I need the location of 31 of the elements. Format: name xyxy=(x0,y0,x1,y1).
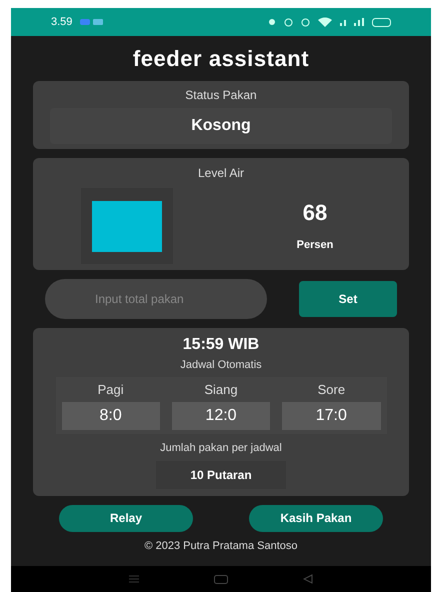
battery-icon xyxy=(372,18,391,26)
wifi-icon xyxy=(318,17,332,27)
level-unit: Persen xyxy=(296,238,334,253)
signal-icon xyxy=(340,18,346,26)
status-time: 3.59 xyxy=(51,14,72,30)
level-label: Level Air xyxy=(198,165,244,182)
footer-text: © 2023 Putra Pratama Santoso xyxy=(143,538,299,554)
slot-time: 17:0 xyxy=(282,402,380,430)
slot-time: 12:0 xyxy=(172,402,270,430)
slot-label: Siang xyxy=(204,380,238,399)
status-value: Kosong xyxy=(50,108,392,144)
total-feed-input[interactable]: Input total pakan xyxy=(45,279,267,319)
action-button[interactable]: Relay xyxy=(59,504,193,532)
status-label: Status Pakan xyxy=(185,87,257,104)
action-button[interactable]: Kasih Pakan xyxy=(249,504,383,532)
app-title: feeder assistant xyxy=(132,45,310,73)
amount-value: 10 Putaran xyxy=(156,460,286,488)
back-icon[interactable] xyxy=(303,574,314,584)
schedule-subtitle: Jadwal Otomatis xyxy=(180,358,262,373)
slot-label: Pagi xyxy=(98,380,124,399)
notification-icon xyxy=(80,18,104,26)
home-icon[interactable] xyxy=(214,574,228,584)
slot-label: Sore xyxy=(318,380,346,398)
signal-icon xyxy=(354,18,364,26)
menu-icon[interactable] xyxy=(128,575,139,583)
tank-icon xyxy=(81,188,173,264)
slot-time: 8:0 xyxy=(62,402,160,430)
clock-text: 15:59 WIB xyxy=(182,335,260,355)
level-value: 68 xyxy=(302,199,328,227)
set-button[interactable]: Set xyxy=(299,281,397,317)
amount-label: Jumlah pakan per jadwal xyxy=(160,441,282,456)
